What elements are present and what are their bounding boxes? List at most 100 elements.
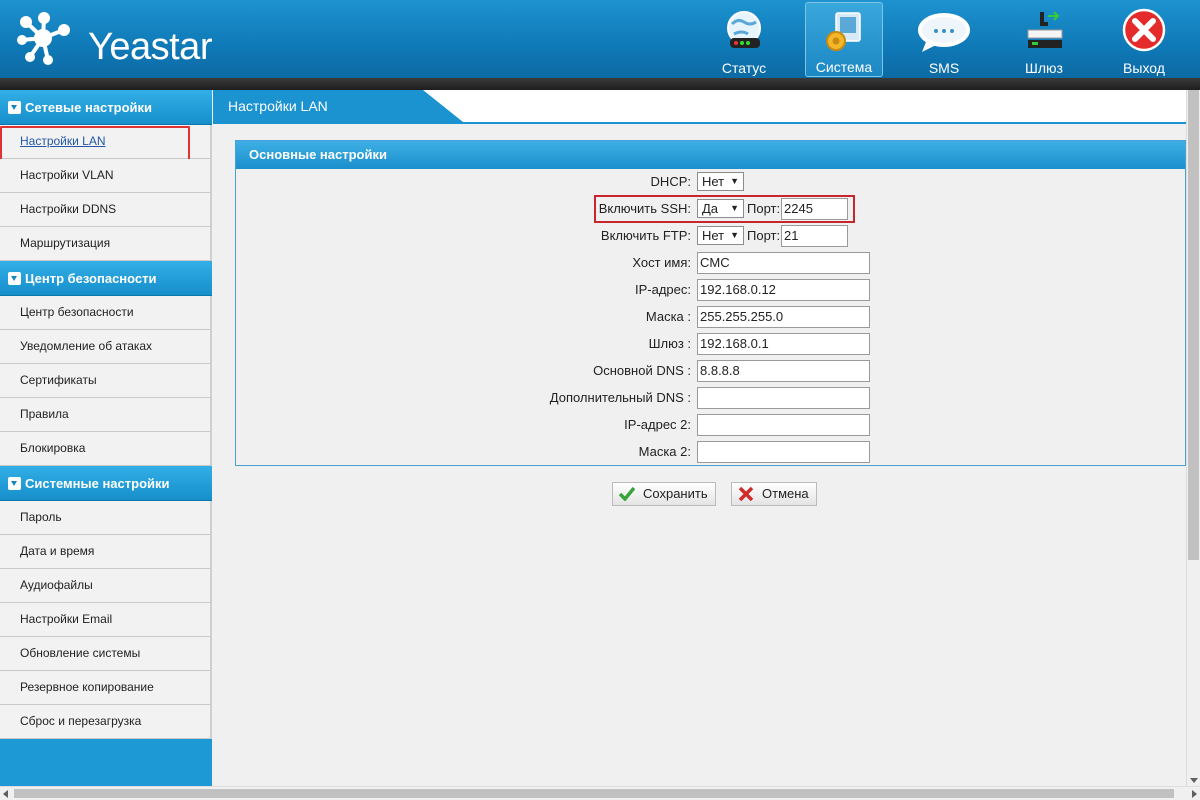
collapse-arrow-icon <box>8 101 21 114</box>
nav-logout-label: Выход <box>1123 60 1165 76</box>
ip-input[interactable]: 192.168.0.12 <box>697 279 870 301</box>
primary-dns-row: Основной DNS : 8.8.8.8 <box>236 360 1176 382</box>
sidebar-item-label: Настройки Email <box>20 612 113 626</box>
nav-sms-label: SMS <box>928 60 960 76</box>
sidebar-group-label: Системные настройки <box>25 476 170 491</box>
hostname-label: Хост имя: <box>632 255 691 270</box>
collapse-arrow-icon <box>8 477 21 490</box>
sidebar-item-label: Резервное копирование <box>20 680 154 694</box>
secondary-dns-row: Дополнительный DNS : <box>236 387 1176 409</box>
ssh-port-input[interactable]: 2245 <box>781 198 848 220</box>
mask-label: Маска : <box>645 309 691 324</box>
horizontal-scrollbar[interactable] <box>0 786 1200 800</box>
ip-row: IP-адрес: 192.168.0.12 <box>236 279 1176 301</box>
sidebar-item-label: Пароль <box>20 510 62 524</box>
nav-sms-button[interactable]: SMS <box>905 2 983 77</box>
sidebar-item-certificates[interactable]: Сертификаты <box>0 364 212 398</box>
sidebar-item-reset-reboot[interactable]: Сброс и перезагрузка <box>0 705 212 739</box>
scroll-down-arrow-icon[interactable] <box>1190 778 1198 783</box>
sidebar-item-blocking[interactable]: Блокировка <box>0 432 212 466</box>
sidebar-item-attack-alerts[interactable]: Уведомление об атаках <box>0 330 212 364</box>
hostname-input[interactable]: CMC <box>697 252 870 274</box>
sidebar-item-label: Центр безопасности <box>20 305 134 319</box>
sidebar-item-backup[interactable]: Резервное копирование <box>0 671 212 705</box>
sidebar-item-routing[interactable]: Маршрутизация <box>0 227 212 261</box>
globe-status-icon <box>727 11 761 48</box>
sidebar-item-date-time[interactable]: Дата и время <box>0 535 212 569</box>
save-button-label: Сохранить <box>643 486 708 501</box>
dhcp-select[interactable]: Нет <box>697 172 744 191</box>
sms-bubble-icon <box>918 13 970 52</box>
sidebar-item-lan[interactable]: Настройки LAN <box>0 125 212 163</box>
sidebar-group-network[interactable]: Сетевые настройки <box>0 90 212 125</box>
ftp-select[interactable]: Нет <box>697 226 744 245</box>
scroll-left-arrow-icon[interactable] <box>3 790 8 798</box>
nav-gateway-button[interactable]: Шлюз <box>1005 2 1083 77</box>
exit-x-icon <box>1122 8 1166 52</box>
sidebar-item-label: Сертификаты <box>20 373 97 387</box>
tab-lan-settings[interactable]: Настройки LAN <box>213 90 463 122</box>
tab-strip: Настройки LAN <box>213 90 1186 122</box>
ftp-row: Включить FTP: Нет Порт: 21 <box>236 225 1176 247</box>
sidebar-item-password[interactable]: Пароль <box>0 501 212 535</box>
nav-status-label: Статус <box>721 60 767 76</box>
secondary-dns-input[interactable] <box>697 387 870 409</box>
primary-dns-input[interactable]: 8.8.8.8 <box>697 360 870 382</box>
sidebar-item-label: Сброс и перезагрузка <box>20 714 142 728</box>
vertical-scrollbar-thumb[interactable] <box>1188 90 1199 560</box>
sidebar-item-email[interactable]: Настройки Email <box>0 603 212 637</box>
sidebar-item-label: Дата и время <box>20 544 95 558</box>
ip-label: IP-адрес: <box>635 282 691 297</box>
cancel-button-label: Отмена <box>762 486 809 501</box>
mask2-label: Маска 2: <box>638 444 691 459</box>
sidebar-item-security-center[interactable]: Центр безопасности <box>0 296 212 330</box>
cancel-x-icon <box>738 487 754 501</box>
mask-input[interactable]: 255.255.255.0 <box>697 306 870 328</box>
ssh-port-label: Порт: <box>747 201 781 216</box>
sidebar-group-label: Сетевые настройки <box>25 100 153 115</box>
hostname-row: Хост имя: CMC <box>236 252 1176 274</box>
dhcp-row: DHCP: Нет <box>236 171 1176 193</box>
scroll-right-arrow-icon[interactable] <box>1192 790 1197 798</box>
checkmark-icon <box>619 487 635 501</box>
sidebar-item-label: Уведомление об атаках <box>20 339 153 353</box>
sidebar-item-label: Аудиофайлы <box>20 578 93 592</box>
sidebar-group-system[interactable]: Системные настройки <box>0 466 212 501</box>
gateway-input[interactable]: 192.168.0.1 <box>697 333 870 355</box>
secondary-dns-label: Дополнительный DNS : <box>549 390 691 405</box>
nav-gateway-label: Шлюз <box>1025 60 1063 76</box>
ftp-port-input[interactable]: 21 <box>781 225 848 247</box>
sidebar-item-label: Обновление системы <box>20 646 141 660</box>
sidebar-item-rules[interactable]: Правила <box>0 398 212 432</box>
gateway-phone-icon <box>1027 11 1063 48</box>
cancel-button[interactable]: Отмена <box>731 482 817 506</box>
nav-logout-button[interactable]: Выход <box>1105 2 1183 77</box>
ssh-label: Включить SSH: <box>598 201 691 216</box>
horizontal-scrollbar-thumb[interactable] <box>14 789 1174 798</box>
yeastar-logo-icon <box>17 12 70 65</box>
collapse-arrow-icon <box>8 272 21 285</box>
yeastar-logo: Yeastar <box>16 10 246 68</box>
nav-system-button[interactable]: Система <box>805 2 883 77</box>
sidebar-item-ddns[interactable]: Настройки DDNS <box>0 193 212 227</box>
ssh-select[interactable]: Да <box>697 199 744 218</box>
save-button[interactable]: Сохранить <box>612 482 716 506</box>
nav-status-button[interactable]: Статус <box>705 2 783 77</box>
sidebar-group-security[interactable]: Центр безопасности <box>0 261 212 296</box>
sidebar-item-label: Маршрутизация <box>20 236 111 250</box>
mask2-input[interactable] <box>697 441 870 463</box>
mask2-row: Маска 2: <box>236 441 1176 463</box>
sidebar-item-audio-files[interactable]: Аудиофайлы <box>0 569 212 603</box>
sidebar-item-label: Блокировка <box>20 441 86 455</box>
sidebar-item-label: Настройки LAN <box>20 134 106 148</box>
ftp-label: Включить FTP: <box>600 228 691 243</box>
sidebar-item-system-update[interactable]: Обновление системы <box>0 637 212 671</box>
sidebar-item-vlan[interactable]: Настройки VLAN <box>0 159 212 193</box>
vertical-scrollbar[interactable] <box>1186 90 1200 786</box>
gateway-label: Шлюз : <box>648 336 691 351</box>
ftp-port-label: Порт: <box>747 228 781 243</box>
ip2-input[interactable] <box>697 414 870 436</box>
primary-dns-label: Основной DNS : <box>593 363 691 378</box>
header-divider <box>0 78 1200 90</box>
brand-name: Yeastar <box>88 26 212 68</box>
